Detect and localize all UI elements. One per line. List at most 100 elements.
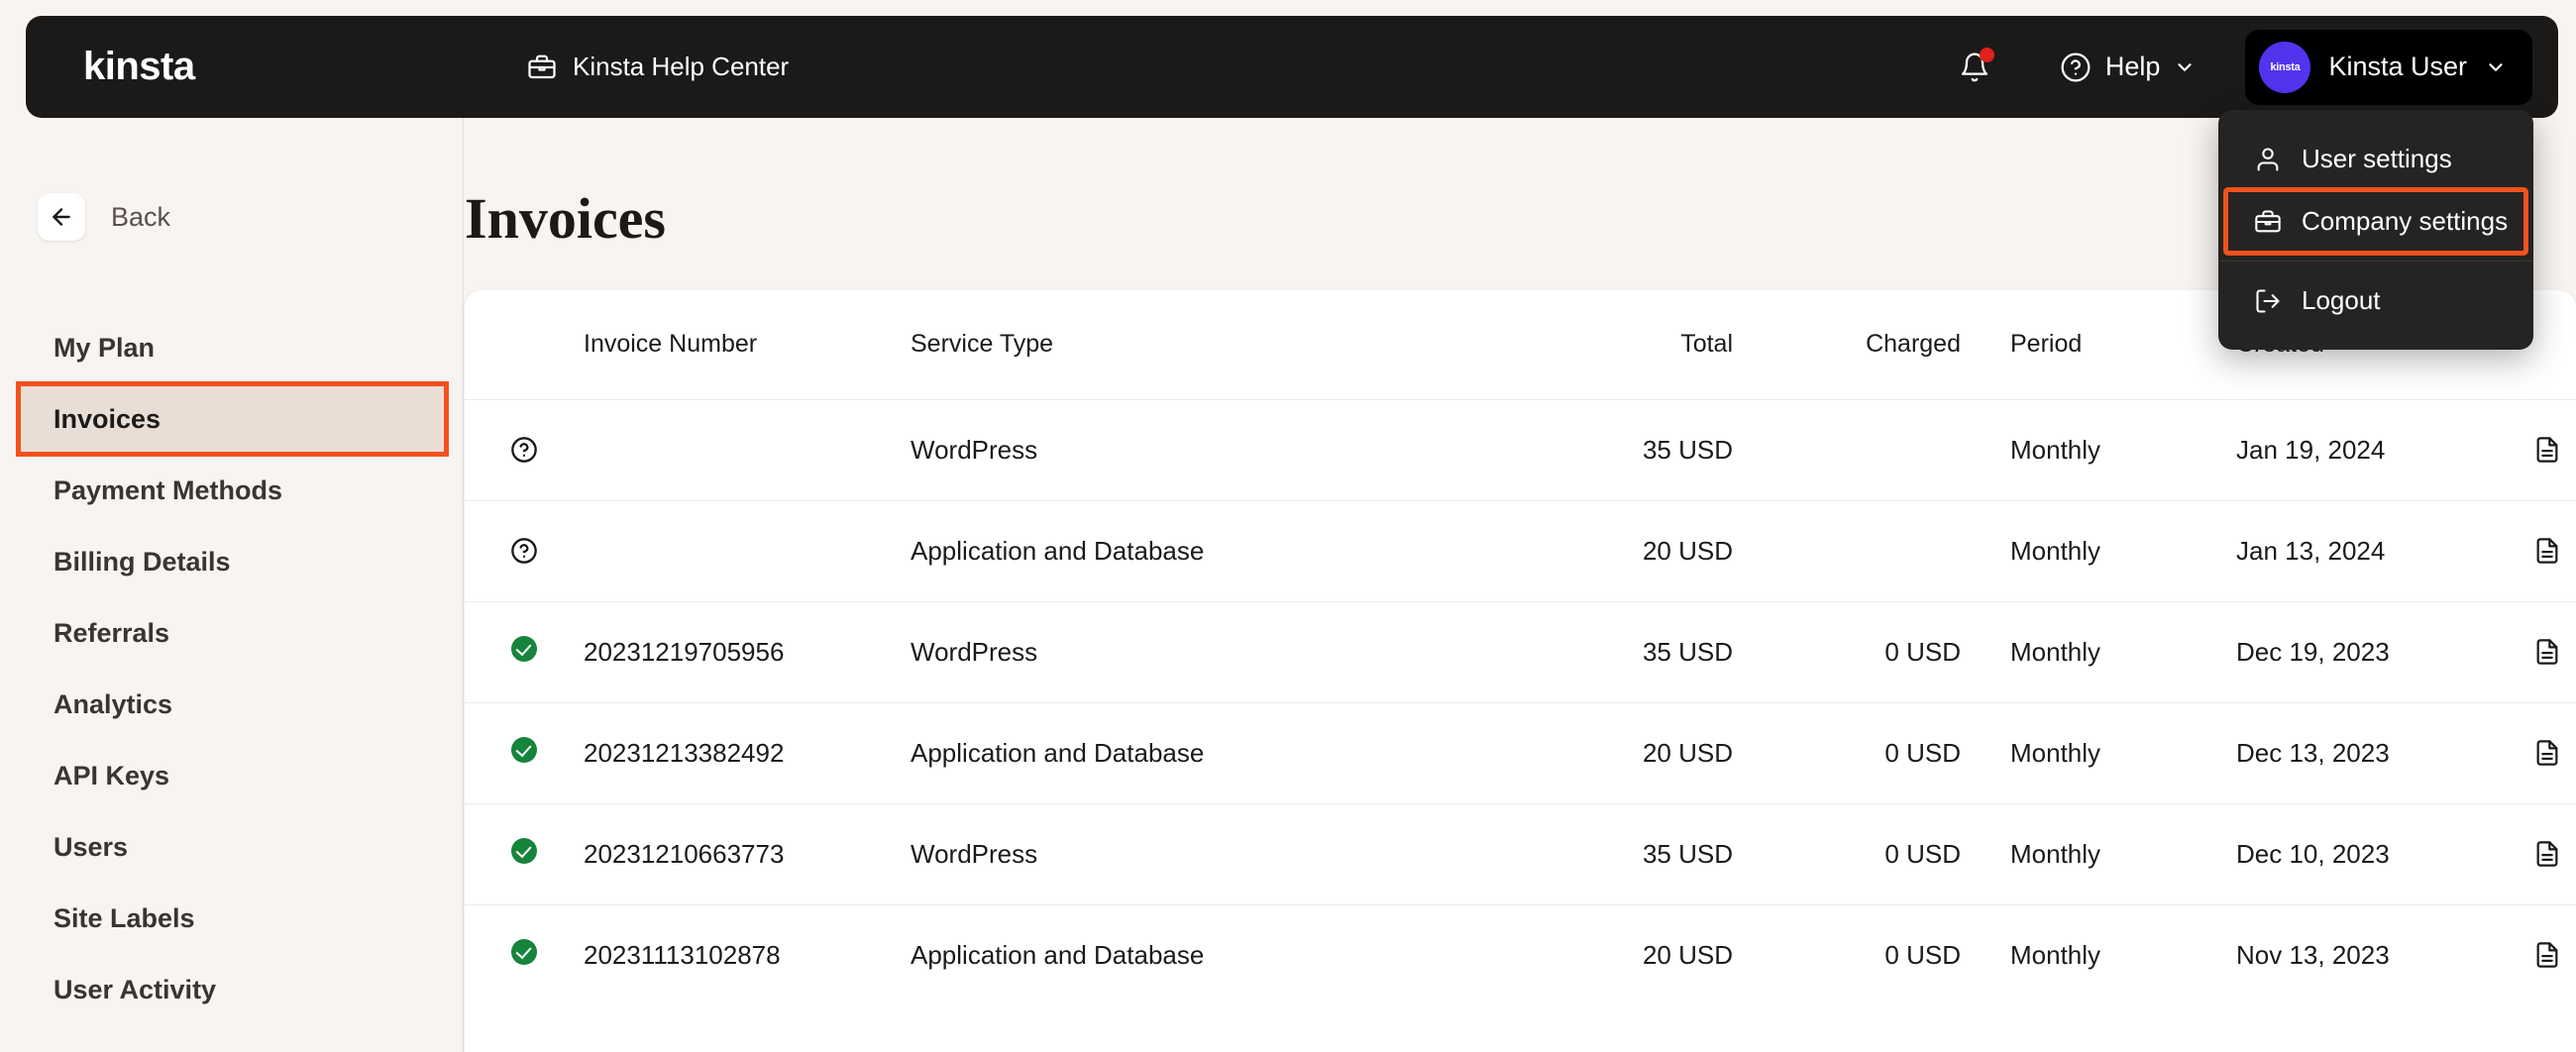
table-body: WordPress 35 USD Monthly Jan 19, 2024 [465,399,2576,1005]
cell-service-type: Application and Database [911,904,1465,1005]
cell-actions [2496,399,2576,500]
cell-service-type: Application and Database [911,702,1465,803]
cell-invoice-number: 20231219705956 [584,601,911,702]
help-center-label: Kinsta Help Center [573,52,789,82]
user-menu-button[interactable]: kinsta Kinsta User [2245,30,2532,105]
cell-created: Dec 10, 2023 [2199,803,2496,904]
sidebar-item-referrals[interactable]: Referrals [0,597,463,669]
cell-created: Dec 13, 2023 [2199,702,2496,803]
cell-status [465,803,584,904]
cell-created: Dec 19, 2023 [2199,601,2496,702]
cell-total: 35 USD [1465,399,1733,500]
sidebar: Back My Plan Invoices Payment Methods Bi… [0,118,464,1052]
cell-total: 35 USD [1465,601,1733,702]
notification-badge [1980,48,1994,62]
menu-divider [2218,261,2533,262]
logout-icon [2254,287,2282,315]
chevron-down-icon [2174,56,2196,78]
table-row: 20231219705956 WordPress 35 USD 0 USD Mo… [465,601,2576,702]
question-circle-icon[interactable] [465,537,584,565]
invoices-card: Invoice Number Service Type Total Charge… [465,290,2576,1052]
document-icon[interactable] [2533,436,2561,464]
sidebar-item-my-plan[interactable]: My Plan [0,312,463,383]
sidebar-item-api-keys[interactable]: API Keys [0,740,463,811]
cell-total: 20 USD [1465,904,1733,1005]
avatar: kinsta [2259,42,2310,93]
cell-created: Nov 13, 2023 [2199,904,2496,1005]
top-bar: kinsta Kinsta Help Center [26,16,2558,118]
check-circle-icon[interactable] [511,838,537,864]
sidebar-item-analytics[interactable]: Analytics [0,669,463,740]
document-icon[interactable] [2533,537,2561,565]
column-header-status [465,290,584,399]
menu-item-company-settings[interactable]: Company settings [2226,190,2525,253]
sidebar-item-invoices[interactable]: Invoices [18,383,447,455]
sidebar-item-users[interactable]: Users [0,811,463,883]
cell-invoice-number [584,399,911,500]
check-circle-icon[interactable] [511,636,537,662]
kinsta-logo[interactable]: kinsta [83,45,195,89]
cell-charged: 0 USD [1733,904,1961,1005]
cell-service-type: Application and Database [911,500,1465,601]
cell-invoice-number: 20231210663773 [584,803,911,904]
sidebar-item-billing-details[interactable]: Billing Details [0,526,463,597]
cell-period: Monthly [1961,399,2199,500]
cell-status [465,904,584,1005]
cell-charged [1733,500,1961,601]
help-label: Help [2105,52,2161,82]
cell-total: 20 USD [1465,702,1733,803]
user-dropdown-menu: User settings Company settings [2218,110,2533,350]
cell-period: Monthly [1961,702,2199,803]
column-header-service-type: Service Type [911,290,1465,399]
back-button[interactable]: Back [38,193,463,241]
help-center-link[interactable]: Kinsta Help Center [527,52,789,82]
cell-service-type: WordPress [911,803,1465,904]
column-header-total: Total [1465,290,1733,399]
cell-actions [2496,803,2576,904]
cell-service-type: WordPress [911,399,1465,500]
check-circle-icon[interactable] [511,737,537,763]
cell-status [465,399,584,500]
table-row: WordPress 35 USD Monthly Jan 19, 2024 [465,399,2576,500]
back-label: Back [111,202,170,233]
cell-charged: 0 USD [1733,702,1961,803]
menu-item-label: Logout [2302,285,2381,316]
chevron-down-icon [2485,56,2507,78]
avatar-label: kinsta [2270,61,2300,73]
table-row: 20231113102878 Application and Database … [465,904,2576,1005]
notifications-button[interactable] [1947,40,2002,95]
top-bar-right: Help kinsta Kinsta User [1947,16,2532,118]
cell-status [465,702,584,803]
document-icon[interactable] [2533,638,2561,666]
question-circle-icon [2060,52,2092,83]
menu-item-label: User settings [2302,144,2452,174]
document-icon[interactable] [2533,941,2561,969]
sidebar-item-site-labels[interactable]: Site Labels [0,883,463,954]
question-circle-icon[interactable] [465,436,584,464]
invoices-table: Invoice Number Service Type Total Charge… [465,290,2576,1005]
cell-actions [2496,904,2576,1005]
cell-created: Jan 13, 2024 [2199,500,2496,601]
cell-invoice-number [584,500,911,601]
table-row: 20231213382492 Application and Database … [465,702,2576,803]
check-circle-icon[interactable] [511,939,537,965]
sidebar-item-user-activity[interactable]: User Activity [0,954,463,1025]
menu-item-label: Company settings [2302,206,2508,237]
document-icon[interactable] [2533,739,2561,767]
briefcase-icon [527,53,557,82]
menu-item-logout[interactable]: Logout [2218,269,2533,332]
cell-status [465,601,584,702]
document-icon[interactable] [2533,840,2561,868]
cell-period: Monthly [1961,601,2199,702]
cell-invoice-number: 20231213382492 [584,702,911,803]
cell-created: Jan 19, 2024 [2199,399,2496,500]
sidebar-item-payment-methods[interactable]: Payment Methods [0,455,463,526]
table-row: 20231210663773 WordPress 35 USD 0 USD Mo… [465,803,2576,904]
user-name: Kinsta User [2328,52,2467,82]
sidebar-nav: My Plan Invoices Payment Methods Billing… [0,312,463,1025]
help-menu-button[interactable]: Help [2046,40,2210,95]
cell-period: Monthly [1961,803,2199,904]
cell-total: 35 USD [1465,803,1733,904]
cell-actions [2496,601,2576,702]
menu-item-user-settings[interactable]: User settings [2218,128,2533,190]
